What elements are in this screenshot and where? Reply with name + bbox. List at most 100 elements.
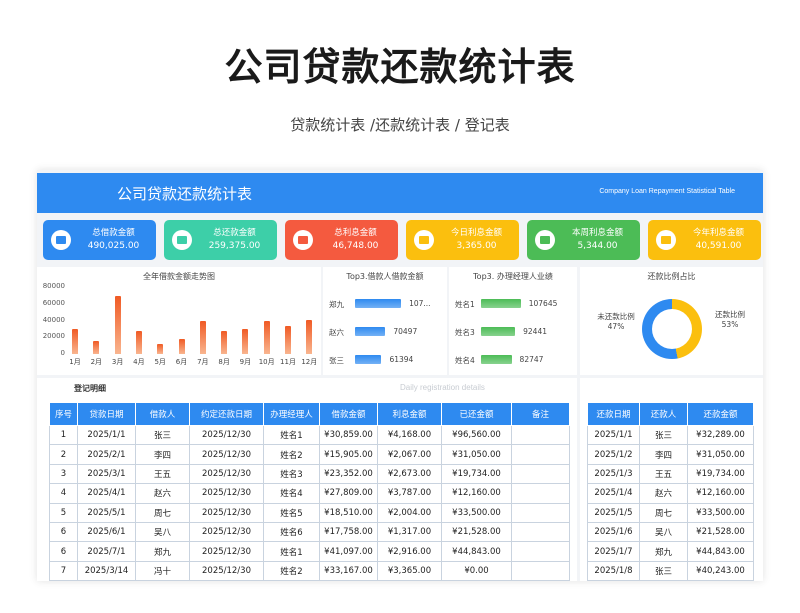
table-row[interactable]: 2025/1/8 张三 ¥40,243.00 [587, 560, 754, 581]
x-tick-label: 1月 [69, 358, 81, 366]
table-cell: 2025/7/1 [77, 541, 136, 562]
column-header: 办理经理人 [263, 402, 320, 426]
table-cell: ¥21,528.00 [687, 521, 754, 543]
banner: 公司贷款还款统计表 Company Loan Repayment Statist… [37, 173, 763, 213]
chart-title: Top3. 办理经理人业绩 [473, 272, 553, 281]
table-cell: ¥23,352.00 [319, 463, 378, 485]
table-row[interactable]: 2025/1/3 王五 ¥19,734.00 [587, 463, 754, 485]
kpi-card[interactable]: 今日利息金额 3,365.00 [406, 220, 519, 260]
table-cell: ¥96,560.00 [441, 424, 512, 446]
table-cell: ¥30,859.00 [319, 424, 378, 446]
donut-hole [652, 309, 692, 349]
table-row[interactable]: 2025/1/7 郑九 ¥44,843.00 [587, 541, 754, 562]
trend-bar [72, 328, 78, 354]
table-cell: 姓名4 [263, 483, 320, 504]
column-header: 利息金额 [377, 402, 442, 426]
table-cell: ¥44,843.00 [687, 541, 754, 562]
horizontal-bar [355, 299, 402, 308]
table-cell: 冯十 [135, 560, 190, 581]
bar-category: 赵六 [329, 328, 344, 337]
table-row[interactable]: 4 2025/4/1 赵六 2025/12/30 姓名4 ¥27,809.00 ¥3,787… [49, 483, 570, 504]
x-tick-label: 4月 [133, 358, 145, 366]
top3-borrowers-chart: Top3.借款人借款金额 郑九 107... 赵六 70497 张三 61394 [323, 267, 447, 375]
table-row[interactable]: 7 2025/3/14 冯十 2025/12/30 姓名2 ¥33,167.00 ¥3,36… [49, 560, 570, 581]
table-cell: 吴八 [639, 521, 688, 543]
table-cell: 5 [49, 502, 78, 523]
table-cell [511, 502, 570, 523]
kpi-card[interactable]: 本周利息金额 5,344.00 [527, 220, 640, 260]
x-tick-label: 6月 [175, 358, 188, 366]
table-row[interactable]: 1 2025/1/1 张三 2025/12/30 姓名1 ¥30,859.00 ¥4,168… [49, 424, 570, 446]
table-cell: ¥2,067.00 [377, 444, 442, 465]
x-tick-label: 12月 [301, 358, 318, 366]
y-tick-label: 20000 [42, 332, 65, 341]
column-header: 还款日期 [587, 402, 640, 426]
kpi-card[interactable]: 总还款金额 259,375.00 [164, 220, 277, 260]
kpi-value: 40,591.00 [695, 241, 742, 251]
table-cell: ¥12,160.00 [441, 483, 512, 504]
table-row[interactable]: 2025/1/5 周七 ¥33,500.00 [587, 502, 754, 523]
bar-category: 张三 [329, 356, 344, 365]
table-cell: 2025/12/30 [189, 521, 264, 543]
table-cell: ¥27,809.00 [319, 483, 378, 504]
table-cell: 2025/1/4 [587, 483, 640, 504]
table-cell: 2025/1/1 [587, 424, 640, 446]
table-row[interactable]: 6 2025/6/1 吴八 2025/12/30 姓名6 ¥17,758.00 ¥1,317… [49, 521, 570, 543]
bar-value: 107... [409, 299, 431, 308]
horizontal-bar [481, 355, 512, 364]
table-cell: 6 [49, 521, 78, 543]
trend-bar [285, 326, 291, 354]
kpi-value: 46,748.00 [332, 241, 379, 251]
table-cell: ¥31,050.00 [441, 444, 512, 465]
chart-title: Top3.借款人借款金额 [346, 272, 424, 281]
table-cell: ¥44,843.00 [441, 541, 512, 562]
kpi-cards: 总借款金额 490,025.00 总还款金额 259,375.00 总利息金额 46,74… [37, 220, 763, 262]
table-cell: 姓名5 [263, 502, 320, 523]
table-cell: ¥2,916.00 [377, 541, 442, 562]
table-row[interactable]: 2025/1/1 张三 ¥32,289.00 [587, 424, 754, 446]
kpi-card[interactable]: 今年利息金额 40,591.00 [648, 220, 761, 260]
table-row[interactable]: 6 2025/7/1 郑九 2025/12/30 姓名1 ¥41,097.00 ¥2,916… [49, 541, 570, 562]
table-row[interactable]: 5 2025/5/1 周七 2025/12/30 姓名5 ¥18,510.00 ¥2,004… [49, 502, 570, 523]
column-header: 借款金额 [319, 402, 378, 426]
kpi-card[interactable]: 总借款金额 490,025.00 [43, 220, 156, 260]
table-cell: 2025/1/2 [587, 444, 640, 465]
table-row[interactable]: 3 2025/3/1 王五 2025/12/30 姓名3 ¥23,352.00 ¥2,673… [49, 463, 570, 485]
y-tick-label: 60000 [42, 298, 65, 307]
table-cell: ¥12,160.00 [687, 483, 754, 504]
bar-value: 61394 [389, 355, 414, 364]
table-cell: 2025/12/30 [189, 463, 264, 485]
trend-bar [114, 296, 121, 354]
table-cell: 2025/6/1 [77, 521, 136, 543]
table-row[interactable]: 2025/1/2 李四 ¥31,050.00 [587, 444, 754, 465]
table-cell: ¥31,050.00 [687, 444, 754, 465]
x-tick-label: 11月 [280, 358, 296, 366]
register-title: 登记明细 [74, 384, 106, 393]
table-row[interactable]: 2 2025/2/1 李四 2025/12/30 姓名2 ¥15,905.00 ¥2,067… [49, 444, 570, 465]
bar-row: 赵六 70497 [323, 323, 447, 343]
trend-bar [263, 320, 270, 354]
table-cell: ¥41,097.00 [319, 541, 378, 562]
top3-managers-chart: Top3. 办理经理人业绩 姓名1 107645 姓名3 92441 姓名4 82747 [449, 267, 577, 375]
table-row[interactable]: 2025/1/4 赵六 ¥12,160.00 [587, 483, 754, 504]
table-row[interactable]: 2025/1/6 吴八 ¥21,528.00 [587, 521, 754, 543]
kpi-card[interactable]: 总利息金额 46,748.00 [285, 220, 398, 260]
table-cell: 2025/12/30 [189, 541, 264, 562]
kpi-label: 总利息金额 [334, 228, 377, 238]
table-cell: 2025/1/7 [587, 541, 640, 562]
kpi-label: 今年利息金额 [692, 228, 744, 238]
table-cell [511, 541, 570, 562]
yearly-loan-trend-chart: 全年借款金额走势图 80000 60000 40000 20000 0 1月 2月 3月 4月 5… [37, 267, 321, 375]
kpi-label: 今日利息金额 [450, 228, 502, 238]
table-cell: 4 [49, 483, 78, 504]
bar-category: 姓名3 [455, 328, 475, 337]
dashboard-sheet: 公司贷款还款统计表 Company Loan Repayment Statist… [37, 170, 763, 581]
table-cell [511, 463, 570, 485]
table-cell: 吴八 [135, 521, 190, 543]
table-cell: ¥2,673.00 [377, 463, 442, 485]
table-cell [511, 521, 570, 543]
bar-row: 张三 61394 [323, 351, 447, 371]
paid-ratio-name: 还款比例 [715, 310, 745, 319]
table-cell: ¥21,528.00 [441, 521, 512, 543]
x-tick-label: 5月 [154, 358, 166, 366]
